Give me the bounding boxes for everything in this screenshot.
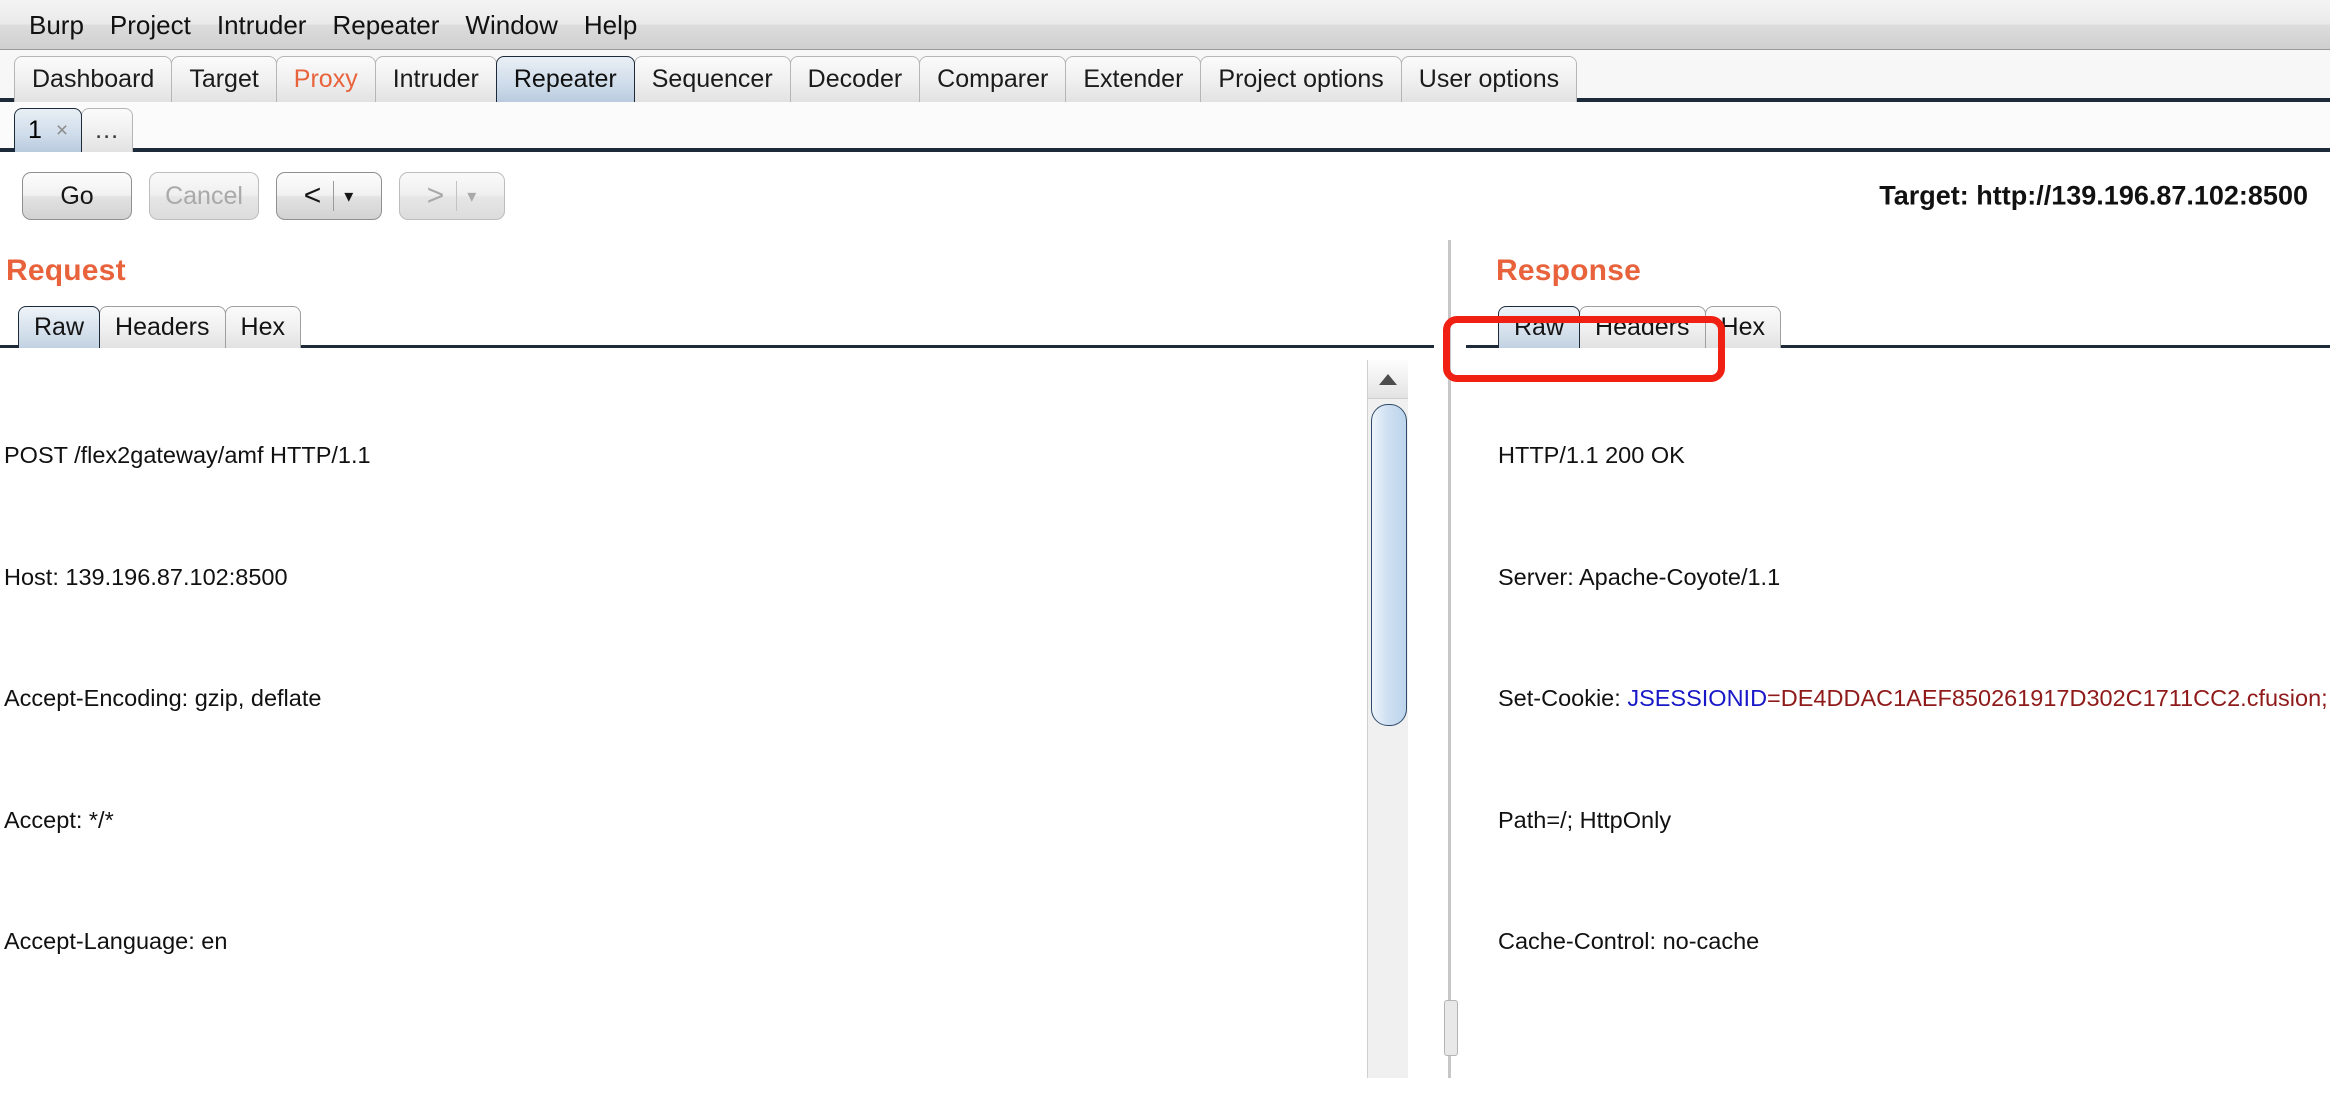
- repeater-tab-new-label: ...: [95, 116, 120, 144]
- splitter-grip[interactable]: [1444, 1000, 1458, 1056]
- forward-button[interactable]: > ▾: [399, 172, 505, 220]
- request-response-panes: Request Raw Headers Hex POST /flex2gatew…: [0, 240, 2330, 1078]
- response-tab-hex[interactable]: Hex: [1704, 306, 1781, 348]
- tab-dashboard[interactable]: Dashboard: [14, 56, 173, 102]
- response-header-line: Path=/; HttpOnly: [1498, 806, 1672, 833]
- chevron-down-icon[interactable]: ▾: [459, 186, 487, 207]
- request-line: Accept-Encoding: gzip, deflate: [4, 685, 322, 711]
- cancel-button[interactable]: Cancel: [149, 172, 259, 220]
- response-tab-headers[interactable]: Headers: [1579, 306, 1706, 348]
- request-line: Accept-Language: en: [4, 928, 228, 954]
- button-divider: [456, 181, 458, 211]
- scroll-up-icon[interactable]: [1368, 360, 1408, 399]
- menu-bar: Burp Project Intruder Repeater Window He…: [0, 0, 2330, 50]
- chevron-left-icon: <: [303, 179, 322, 212]
- response-header-line: Cache-Control: no-cache: [1498, 928, 1760, 954]
- request-editor[interactable]: POST /flex2gateway/amf HTTP/1.1 Host: 13…: [4, 348, 1342, 1034]
- triangle-up-icon: [1379, 373, 1397, 385]
- chevron-right-icon: >: [426, 179, 445, 212]
- response-title: Response: [1496, 254, 1641, 287]
- response-view-tabs: Raw Headers Hex: [1466, 300, 2330, 348]
- repeater-tab-new[interactable]: ...: [81, 108, 134, 152]
- request-line: POST /flex2gateway/amf HTTP/1.1: [4, 442, 371, 468]
- response-tab-raw[interactable]: Raw: [1498, 306, 1581, 348]
- back-button[interactable]: < ▾: [276, 172, 382, 220]
- main-tab-strip: Dashboard Target Proxy Intruder Repeater…: [0, 50, 2330, 102]
- response-pane: Response Raw Headers Hex HTTP/1.1 200 OK…: [1466, 240, 2330, 1078]
- response-editor[interactable]: HTTP/1.1 200 OK Server: Apache-Coyote/1.…: [1498, 348, 2330, 1034]
- menu-item-project[interactable]: Project: [97, 12, 204, 38]
- request-tab-headers[interactable]: Headers: [99, 306, 226, 348]
- button-divider: [333, 181, 335, 211]
- repeater-tab-1-label: 1: [28, 116, 42, 144]
- response-set-cookie-line: Set-Cookie: JSESSIONID=DE4DDAC1AEF850261…: [1498, 678, 2330, 719]
- menu-item-intruder[interactable]: Intruder: [204, 12, 320, 38]
- request-vertical-scrollbar[interactable]: [1367, 360, 1408, 1078]
- set-cookie-prefix: Set-Cookie:: [1498, 685, 1628, 711]
- splitter-rule: [1448, 240, 1451, 1078]
- tab-extender[interactable]: Extender: [1065, 56, 1202, 102]
- request-pane: Request Raw Headers Hex POST /flex2gatew…: [0, 240, 1434, 1078]
- tab-proxy[interactable]: Proxy: [275, 56, 376, 102]
- request-tab-raw[interactable]: Raw: [18, 306, 101, 348]
- menu-item-window[interactable]: Window: [452, 12, 570, 38]
- response-status-line: HTTP/1.1 200 OK: [1498, 442, 1685, 468]
- tab-sequencer[interactable]: Sequencer: [633, 56, 791, 102]
- tab-decoder[interactable]: Decoder: [789, 56, 921, 102]
- request-tab-hex[interactable]: Hex: [224, 306, 301, 348]
- scrollbar-thumb[interactable]: [1371, 404, 1407, 726]
- tab-comparer[interactable]: Comparer: [919, 56, 1067, 102]
- response-header-line: Server: Apache-Coyote/1.1: [1498, 563, 1781, 590]
- request-line: Accept: */*: [4, 806, 114, 833]
- cookie-equals: =: [1767, 685, 1781, 711]
- cookie-name: JSESSIONID: [1627, 685, 1768, 711]
- target-label: Target: http://139.196.87.102:8500: [1879, 180, 2308, 211]
- repeater-tab-1[interactable]: 1 ×: [14, 108, 83, 152]
- repeater-tab-strip: 1 × ...: [0, 102, 2330, 152]
- menu-item-help[interactable]: Help: [571, 12, 650, 38]
- menu-item-repeater[interactable]: Repeater: [319, 12, 452, 38]
- pane-splitter[interactable]: [1434, 240, 1466, 1078]
- close-icon[interactable]: ×: [56, 120, 68, 141]
- tab-user-options[interactable]: User options: [1400, 56, 1578, 102]
- tab-project-options[interactable]: Project options: [1200, 56, 1402, 102]
- request-title: Request: [6, 254, 126, 287]
- tab-repeater[interactable]: Repeater: [495, 56, 635, 102]
- cookie-value: DE4DDAC1AEF850261917D302C1711CC2.cfusion…: [1780, 685, 2328, 711]
- repeater-toolbar: Go Cancel < ▾ > ▾ Target: http://139.196…: [0, 152, 2330, 240]
- go-button[interactable]: Go: [22, 172, 132, 220]
- tab-target[interactable]: Target: [171, 56, 277, 102]
- request-line: Host: 139.196.87.102:8500: [4, 563, 288, 590]
- menu-item-burp[interactable]: Burp: [16, 12, 97, 38]
- tab-intruder[interactable]: Intruder: [374, 56, 497, 102]
- request-view-tabs: Raw Headers Hex: [0, 300, 1434, 348]
- chevron-down-icon[interactable]: ▾: [336, 186, 364, 207]
